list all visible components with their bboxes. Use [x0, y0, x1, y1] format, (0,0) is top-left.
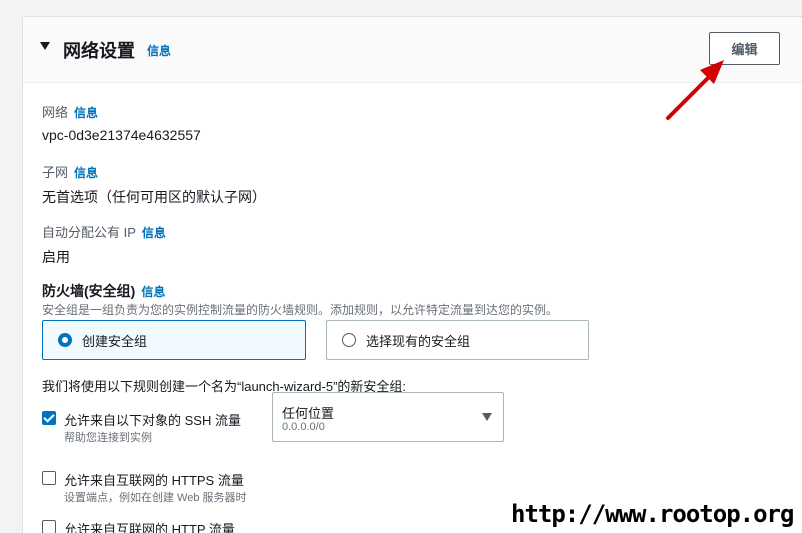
subnet-label-text: 子网 — [42, 165, 69, 180]
subnet-info-link[interactable]: 信息 — [74, 166, 98, 180]
firewall-description: 安全组是一组负责为您的实例控制流量的防火墙规则。添加规则，以允许特定流量到达您的… — [42, 303, 559, 317]
existing-security-group-option[interactable]: 选择现有的安全组 — [326, 320, 589, 360]
subnet-label: 子网 信息 — [42, 162, 98, 181]
network-label: 网络 信息 — [42, 102, 98, 121]
panel-header: 网络设置 信息 编辑 — [23, 17, 802, 83]
existing-security-group-label: 选择现有的安全组 — [366, 333, 471, 349]
network-settings-panel: 网络设置 信息 编辑 — [22, 16, 802, 533]
public-ip-info-link[interactable]: 信息 — [142, 226, 166, 240]
radio-unselected-icon — [342, 333, 356, 347]
ssh-checkbox[interactable] — [42, 411, 56, 425]
network-label-text: 网络 — [42, 105, 69, 120]
ssh-source-value: 任何位置 — [282, 406, 335, 421]
https-rule-label: 允许来自互联网的 HTTPS 流量 — [64, 473, 244, 488]
public-ip-label: 自动分配公有 IP 信息 — [42, 222, 166, 241]
create-security-group-option[interactable]: 创建安全组 — [42, 320, 306, 360]
ssh-source-select[interactable]: 任何位置 0.0.0.0/0 — [272, 392, 504, 442]
https-checkbox[interactable] — [42, 471, 56, 485]
http-rule-label: 允许来自互联网的 HTTP 流量 — [64, 522, 235, 533]
public-ip-label-text: 自动分配公有 IP — [42, 225, 136, 240]
watermark: http://www.rootop.org — [511, 500, 794, 528]
firewall-label: 防火墙(安全组) 信息 — [42, 281, 165, 301]
http-checkbox[interactable] — [42, 520, 56, 533]
collapse-caret-icon[interactable] — [40, 42, 50, 50]
ssh-source-cidr: 0.0.0.0/0 — [282, 421, 325, 433]
edit-button[interactable]: 编辑 — [709, 32, 780, 65]
header-info-link[interactable]: 信息 — [147, 42, 171, 59]
ssh-rule-description: 帮助您连接到实例 — [64, 432, 152, 444]
dropdown-caret-icon — [482, 413, 492, 421]
create-security-group-label: 创建安全组 — [82, 333, 148, 349]
network-info-link[interactable]: 信息 — [74, 106, 98, 120]
firewall-info-link[interactable]: 信息 — [141, 285, 165, 299]
network-value: vpc-0d3e21374e4632557 — [42, 127, 201, 143]
ssh-rule-label: 允许来自以下对象的 SSH 流量 — [64, 413, 241, 428]
section-title: 网络设置 — [63, 41, 135, 61]
subnet-value: 无首选项（任何可用区的默认子网） — [42, 189, 266, 205]
public-ip-value: 启用 — [42, 249, 70, 265]
https-rule-description: 设置端点，例如在创建 Web 服务器时 — [64, 492, 247, 504]
firewall-label-text: 防火墙(安全组) — [42, 283, 136, 299]
radio-selected-icon — [58, 333, 72, 347]
